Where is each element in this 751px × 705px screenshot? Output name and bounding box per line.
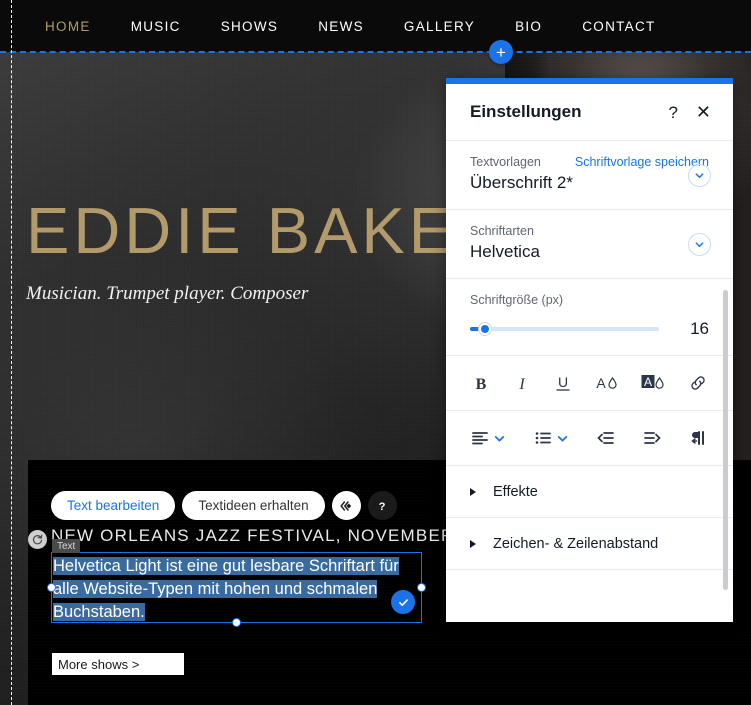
svg-text:B: B: [476, 376, 487, 393]
section-boundary-line: [0, 51, 751, 53]
edit-text-button[interactable]: Text bearbeiten: [51, 491, 176, 520]
rotate-icon[interactable]: [28, 530, 47, 549]
site-top-navigation: HOME MUSIC SHOWS NEWS GALLERY BIO CONTAC…: [0, 0, 751, 52]
more-shows-button[interactable]: More shows >: [52, 653, 184, 675]
resize-handle-right[interactable]: [417, 583, 426, 592]
fonts-label: Schriftarten: [470, 224, 534, 238]
list-group: [533, 425, 569, 451]
effects-section[interactable]: Effekte: [446, 466, 733, 518]
panel-scrollbar[interactable]: [723, 290, 728, 590]
spacing-section[interactable]: Zeichen- & Zeilenabstand: [446, 518, 733, 570]
text-template-value[interactable]: Überschrift 2*: [470, 173, 709, 193]
text-format-toolbar: B I U A A: [446, 356, 733, 411]
collapse-arrows-icon[interactable]: [331, 491, 361, 520]
text-direction-icon[interactable]: [689, 425, 709, 451]
nav-item-bio[interactable]: BIO: [495, 19, 562, 34]
nav-item-gallery[interactable]: GALLERY: [384, 19, 495, 34]
help-icon[interactable]: ?: [367, 491, 397, 520]
svg-text:U: U: [558, 374, 568, 390]
save-font-template-link[interactable]: Schriftvorlage speichern: [575, 155, 709, 169]
chevron-down-icon[interactable]: [688, 164, 711, 187]
confirm-check-icon[interactable]: [391, 590, 415, 614]
show-entry-text: NEW ORLEANS JAZZ FESTIVAL, NOVEMBER 2023: [51, 526, 504, 545]
bullet-list-icon[interactable]: [533, 425, 553, 451]
svg-text:I: I: [518, 376, 525, 393]
fonts-row: Schriftarten Helvetica: [446, 210, 733, 279]
expand-triangle-icon: [470, 487, 476, 496]
align-group: [470, 425, 506, 451]
resize-handle-bottom[interactable]: [232, 618, 241, 627]
panel-help-icon[interactable]: ?: [668, 104, 677, 121]
get-text-ideas-button[interactable]: Textideen erhalten: [182, 491, 325, 520]
nav-item-music[interactable]: MUSIC: [111, 19, 201, 34]
slider-knob[interactable]: [479, 323, 491, 335]
font-family-value[interactable]: Helvetica: [470, 242, 709, 262]
nav-item-news[interactable]: NEWS: [298, 19, 384, 34]
expand-triangle-icon: [470, 539, 476, 548]
bold-icon[interactable]: B: [470, 370, 492, 396]
font-size-row: Schriftgröße (px) 16: [446, 279, 733, 356]
increase-indent-icon[interactable]: [642, 425, 662, 451]
panel-body: Textvorlagen Schriftvorlage speichern Üb…: [446, 141, 733, 622]
hero-subtitle: Musician. Trumpet player. Composer: [26, 283, 309, 304]
selected-text-element[interactable]: Text Helvetica Light ist eine gut lesbar…: [47, 539, 426, 627]
text-color-icon[interactable]: A: [593, 370, 621, 396]
svg-text:A: A: [644, 375, 652, 389]
underline-icon[interactable]: U: [552, 370, 574, 396]
panel-title: Einstellungen: [470, 102, 582, 121]
font-size-value: 16: [690, 319, 709, 338]
text-templates-row: Textvorlagen Schriftvorlage speichern Üb…: [446, 141, 733, 210]
font-size-label: Schriftgröße (px): [470, 293, 564, 307]
chevron-down-icon[interactable]: [688, 233, 711, 256]
align-chevron-down-icon[interactable]: [493, 425, 506, 451]
align-left-icon[interactable]: [470, 425, 490, 451]
italic-icon[interactable]: I: [511, 370, 533, 396]
svg-text:?: ?: [379, 501, 386, 513]
nav-item-home[interactable]: HOME: [25, 19, 111, 34]
selected-text-highlight: Helvetica Light ist eine gut lesbare Sch…: [53, 557, 399, 621]
settings-panel: Einstellungen ? ✕ Textvorlagen Schriftvo…: [446, 78, 733, 622]
font-size-slider[interactable]: [470, 322, 667, 336]
resize-handle-left[interactable]: [47, 583, 56, 592]
left-alignment-guide: [11, 0, 12, 705]
effects-label: Effekte: [493, 483, 538, 500]
hero-title: EDDIE BAKER: [26, 194, 508, 267]
nav-item-contact[interactable]: CONTACT: [562, 19, 675, 34]
slider-track: [470, 327, 659, 331]
decrease-indent-icon[interactable]: [596, 425, 616, 451]
font-size-slider-row: 16: [470, 319, 709, 339]
element-type-badge: Text: [52, 539, 81, 553]
list-chevron-down-icon[interactable]: [556, 425, 569, 451]
nav-list: HOME MUSIC SHOWS NEWS GALLERY BIO CONTAC…: [0, 19, 676, 34]
nav-item-shows[interactable]: SHOWS: [201, 19, 299, 34]
spacing-label: Zeichen- & Zeilenabstand: [493, 535, 659, 552]
link-icon[interactable]: [687, 370, 709, 396]
svg-text:A: A: [596, 375, 606, 391]
selected-text-content[interactable]: Helvetica Light ist eine gut lesbare Sch…: [53, 555, 402, 624]
floating-editor-toolbar: Text bearbeiten Textideen erhalten ?: [51, 491, 397, 520]
panel-close-icon[interactable]: ✕: [696, 103, 711, 121]
highlight-color-icon[interactable]: A: [640, 370, 668, 396]
add-section-button[interactable]: +: [489, 40, 513, 64]
paragraph-toolbar: [446, 411, 733, 466]
panel-header: Einstellungen ? ✕: [446, 84, 733, 141]
